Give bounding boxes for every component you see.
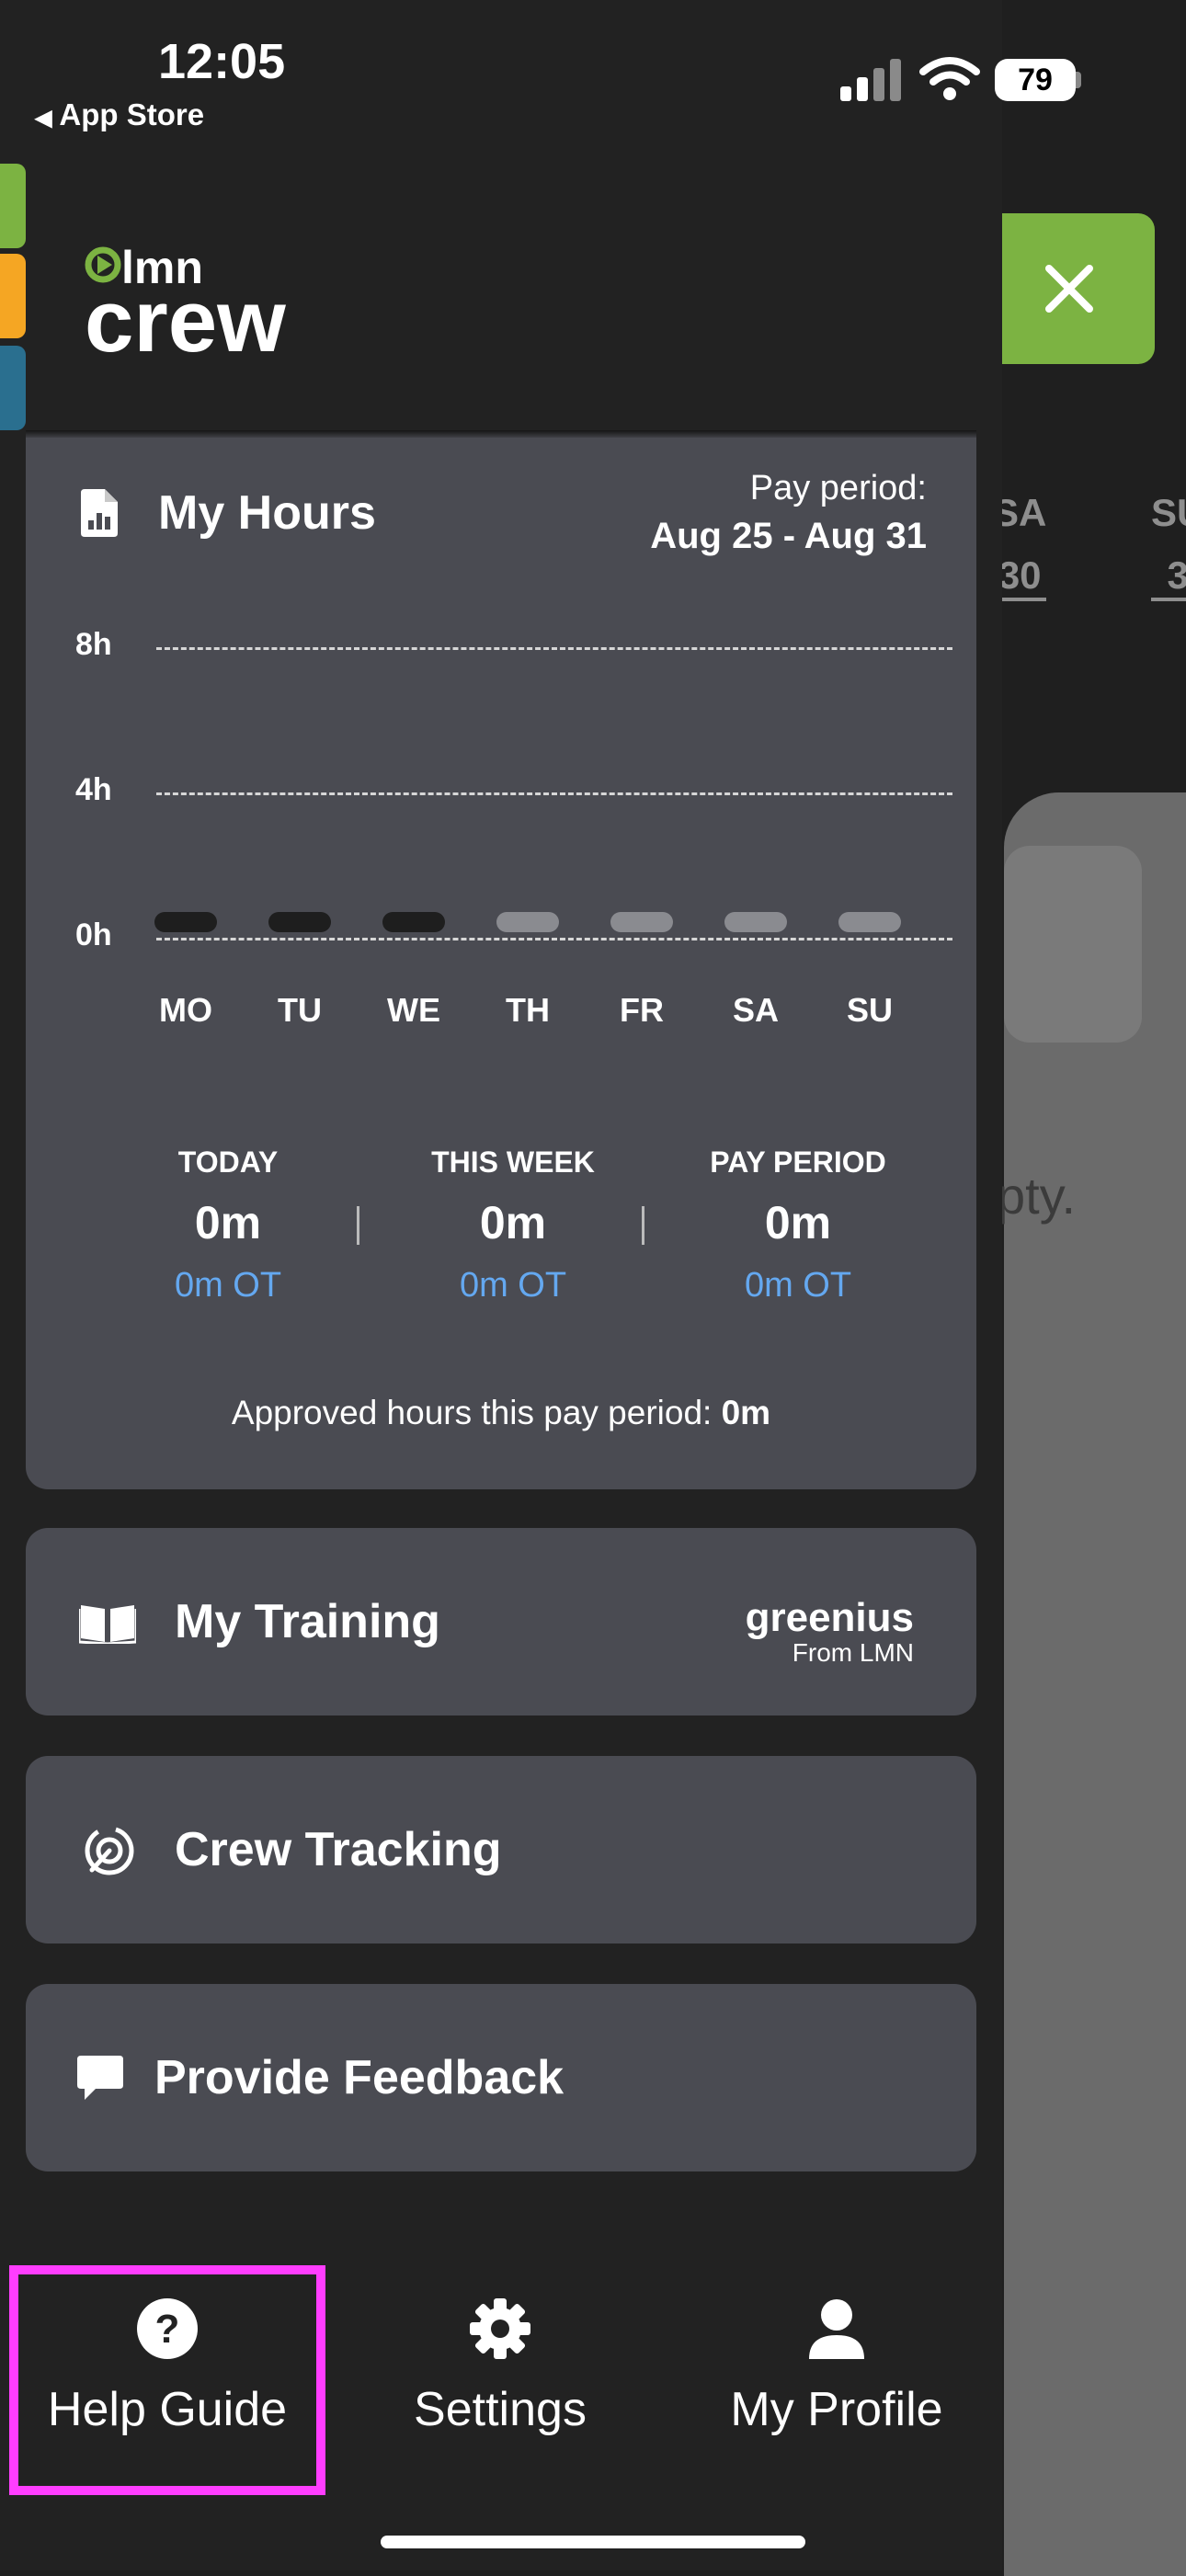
approved-label: Approved hours this pay period: [231,1394,713,1431]
back-to-app-store[interactable]: ◀ App Store [35,97,204,132]
side-strip-blue [0,346,26,430]
y-tick-label: 0h [75,918,112,952]
settings-button[interactable]: Settings [353,2298,647,2437]
stat-pay-period: PAY PERIOD 0m 0m OT [660,1146,936,1305]
greenius-logo: greenius From LMN [746,1598,914,1668]
bar-th [496,912,559,932]
status-time: 12:05 [158,34,286,89]
battery-indicator: 79 [995,59,1076,101]
pay-period-range: Aug 25 - Aug 31 [650,516,927,556]
wifi-icon [919,57,980,100]
day-label-we: WE [387,991,440,1029]
crew-tracking-item[interactable]: Crew Tracking [26,1756,976,1943]
greenius-brand: greenius [745,1595,914,1640]
stat-today: TODAY 0m 0m OT [90,1146,366,1305]
person-icon [809,2299,864,2359]
svg-text:crew: crew [85,272,286,360]
day-label-mo: MO [159,991,212,1029]
chat-bubble-icon [77,2056,123,2100]
stat-divider [642,1206,644,1245]
stat-value: 0m [479,1197,547,1248]
grid-line [156,792,952,795]
y-tick-label: 4h [75,772,112,807]
my-profile-label: My Profile [730,2383,943,2436]
pay-period-label: Pay period: [749,469,927,507]
bg-empty-text: pty. [997,1167,1077,1225]
bar-tu [268,912,331,932]
back-triangle-icon: ◀ [35,106,52,131]
grid-line [156,647,952,650]
home-indicator [381,2536,805,2548]
day-label-th: TH [506,991,550,1029]
bar-we [382,912,445,932]
close-icon [1045,265,1093,313]
stat-overtime: 0m OT [459,1266,567,1305]
day-label-fr: FR [620,991,664,1029]
cellular-signal-icon [840,59,901,101]
my-training-item[interactable]: My Training greenius From LMN [26,1528,976,1715]
provide-feedback-label: Provide Feedback [154,2051,564,2104]
day-label-sa: SA [732,991,779,1029]
stat-overtime: 0m OT [174,1266,282,1305]
stat-label: THIS WEEK [431,1146,595,1179]
settings-label: Settings [414,2383,587,2436]
stat-value: 0m [764,1197,832,1248]
tracking-target-icon [85,1826,134,1875]
stat-this-week: THIS WEEK 0m 0m OT [375,1146,651,1305]
my-hours-title: My Hours [158,486,376,540]
greenius-sub: From LMN [792,1638,914,1667]
approved-hours: Approved hours this pay period: 0m [26,1394,976,1432]
help-guide-highlight [9,2265,325,2495]
book-icon [79,1605,136,1644]
stat-divider [357,1206,359,1245]
crew-tracking-label: Crew Tracking [175,1823,502,1876]
stat-value: 0m [194,1197,262,1248]
bg-day-su: SU 3 [1151,491,1186,601]
close-drawer-button[interactable] [984,213,1155,364]
hours-report-icon [81,489,118,537]
stat-label: PAY PERIOD [710,1146,886,1179]
y-tick-label: 8h [75,627,112,662]
bar-fr [610,912,673,932]
gear-icon [470,2298,530,2359]
day-label-su: SU [846,991,893,1029]
battery-tip [1076,72,1081,88]
lmn-crew-logo: lmn crew [85,242,286,360]
approved-value: 0m [721,1394,771,1431]
bar-su [838,912,901,932]
my-profile-button[interactable]: My Profile [699,2298,975,2437]
pay-period: Pay period: Aug 25 - Aug 31 [650,469,927,557]
provide-feedback-item[interactable]: Provide Feedback [26,1984,976,2171]
day-label-tu: TU [278,991,322,1029]
bar-mo [154,912,217,932]
bg-card [1004,846,1142,1043]
bg-content-sheet [1004,792,1186,2576]
grid-line [156,938,952,940]
my-hours-card[interactable]: My Hours Pay period: Aug 25 - Aug 31 8h 4… [26,438,976,1489]
stat-overtime: 0m OT [744,1266,852,1305]
stat-label: TODAY [177,1146,279,1179]
side-strip-green [0,164,26,248]
bar-sa [724,912,787,932]
my-training-label: My Training [175,1595,440,1648]
side-strip-orange [0,254,26,338]
